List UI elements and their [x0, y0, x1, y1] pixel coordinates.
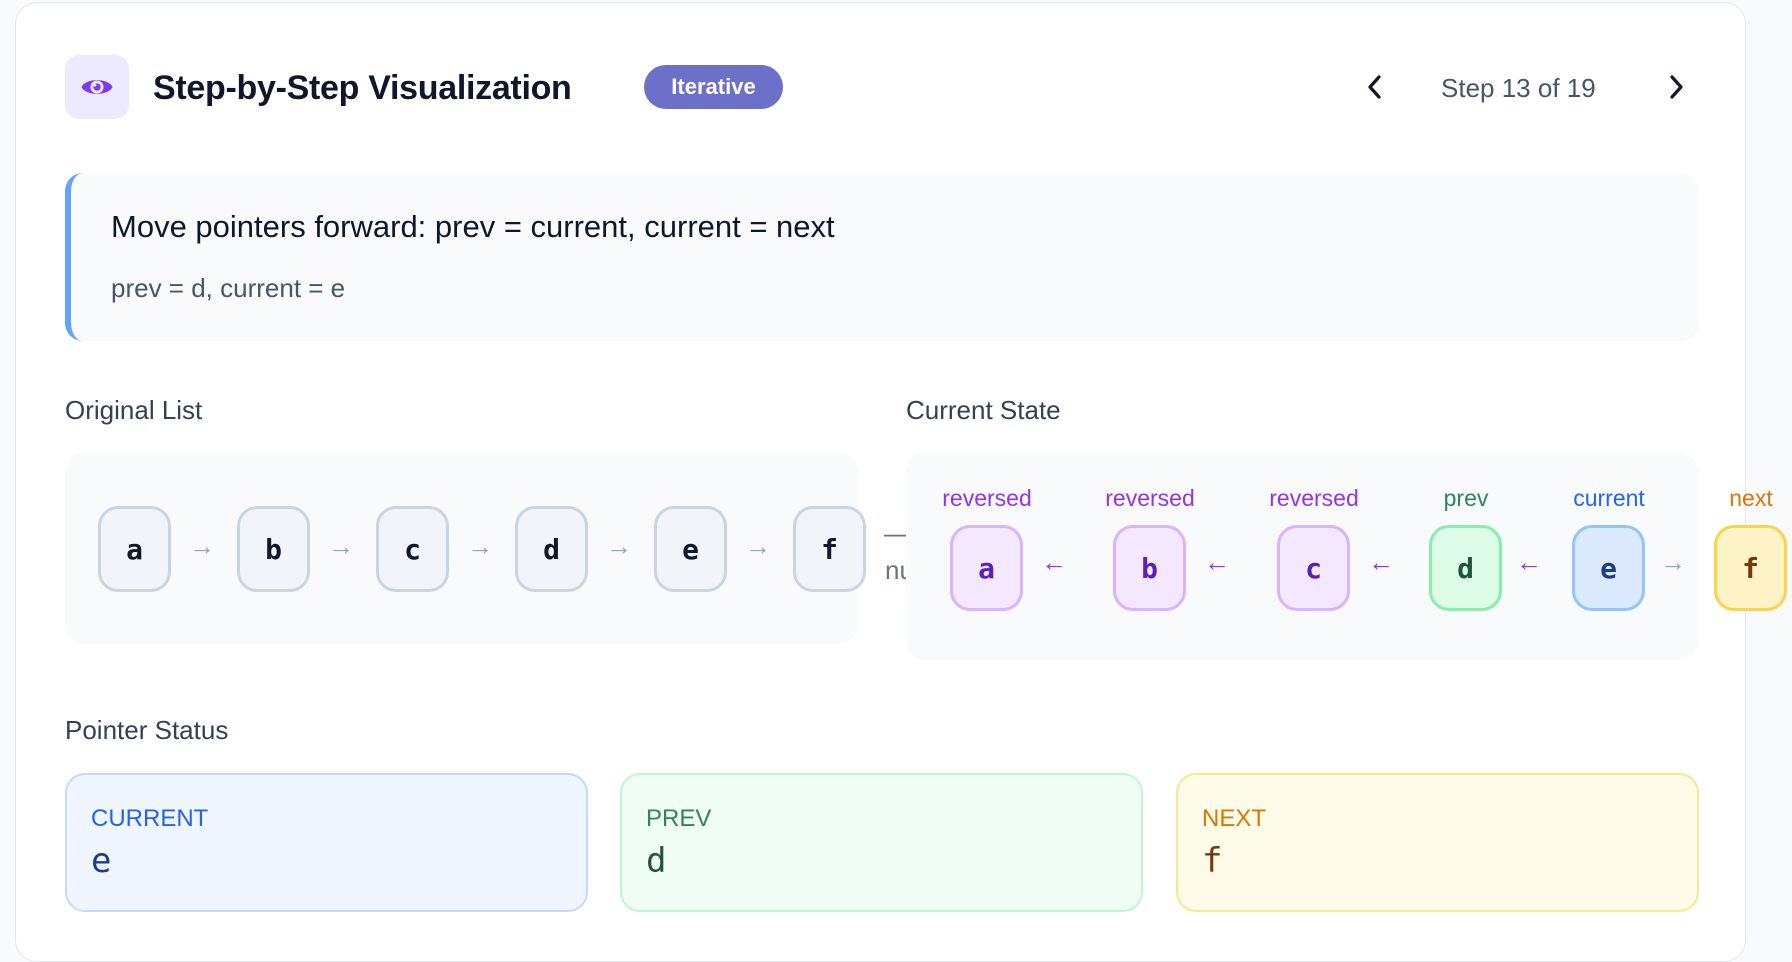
pointer-label: PREV: [646, 805, 712, 832]
pointer-value: e: [91, 841, 112, 881]
arrow-right-icon: →: [467, 531, 493, 561]
list-node: c: [376, 506, 449, 592]
pointer-card-current: CURRENT e: [65, 773, 588, 912]
eye-icon: [65, 55, 129, 119]
list-node: f: [793, 506, 866, 592]
pointer-label: NEXT: [1202, 805, 1267, 832]
original-list: a → b → c → d → e → f — null: [65, 453, 925, 644]
node-tag: current: [1573, 485, 1645, 511]
current-state: reversed a ← reversed b ← reversed c ← p…: [906, 453, 1787, 660]
pointer-card-next: NEXT f: [1176, 773, 1699, 912]
pointer-card-prev: PREV d: [620, 773, 1143, 912]
node-tag: reversed: [1269, 485, 1359, 511]
step-description: Move pointers forward: prev = current, c…: [65, 173, 1699, 341]
node-tag: next: [1729, 485, 1773, 511]
chevron-right-icon: [1670, 75, 1683, 99]
arrow-left-icon: ←: [1368, 547, 1394, 577]
prev-step-button[interactable]: [1357, 69, 1393, 105]
original-list-label: Original List: [65, 395, 203, 425]
node-tag: reversed: [1105, 485, 1195, 511]
visualization-card: Step-by-Step Visualization Iterative Ste…: [15, 2, 1787, 962]
list-node: d: [515, 506, 588, 592]
next-step-button[interactable]: [1658, 69, 1694, 105]
arrow-left-icon: ←: [1041, 547, 1067, 577]
arrow-left-icon: ←: [1516, 547, 1542, 577]
chevron-left-icon: [1368, 75, 1381, 99]
pointer-label: CURRENT: [91, 805, 209, 832]
state-node: e: [1572, 525, 1645, 611]
mode-badge: Iterative: [644, 65, 783, 109]
arrow-right-icon: →: [745, 531, 771, 561]
state-node: b: [1113, 525, 1186, 611]
arrow-left-icon: ←: [1204, 547, 1230, 577]
state-node: c: [1277, 525, 1350, 611]
state-node: d: [1429, 525, 1502, 611]
state-node: f: [1714, 525, 1787, 611]
node-tag: prev: [1443, 485, 1489, 511]
current-state-label: Current State: [906, 395, 1061, 425]
page-title: Step-by-Step Visualization: [153, 69, 572, 107]
step-title: Move pointers forward: prev = current, c…: [111, 209, 835, 244]
state-node: a: [950, 525, 1023, 611]
list-node: e: [654, 506, 727, 592]
arrow-right-icon: →: [1660, 547, 1686, 577]
step-counter: Step 13 of 19: [1441, 73, 1596, 103]
list-node: b: [237, 506, 310, 592]
arrow-right-icon: →: [189, 531, 215, 561]
arrow-right-icon: →: [328, 531, 354, 561]
pointer-value: d: [646, 841, 667, 881]
arrow-right-icon: →: [606, 531, 632, 561]
list-node: a: [98, 506, 171, 592]
step-detail: prev = d, current = e: [111, 273, 346, 303]
node-tag: reversed: [942, 485, 1032, 511]
pointer-status-label: Pointer Status: [65, 715, 229, 745]
pointer-value: f: [1202, 841, 1223, 881]
